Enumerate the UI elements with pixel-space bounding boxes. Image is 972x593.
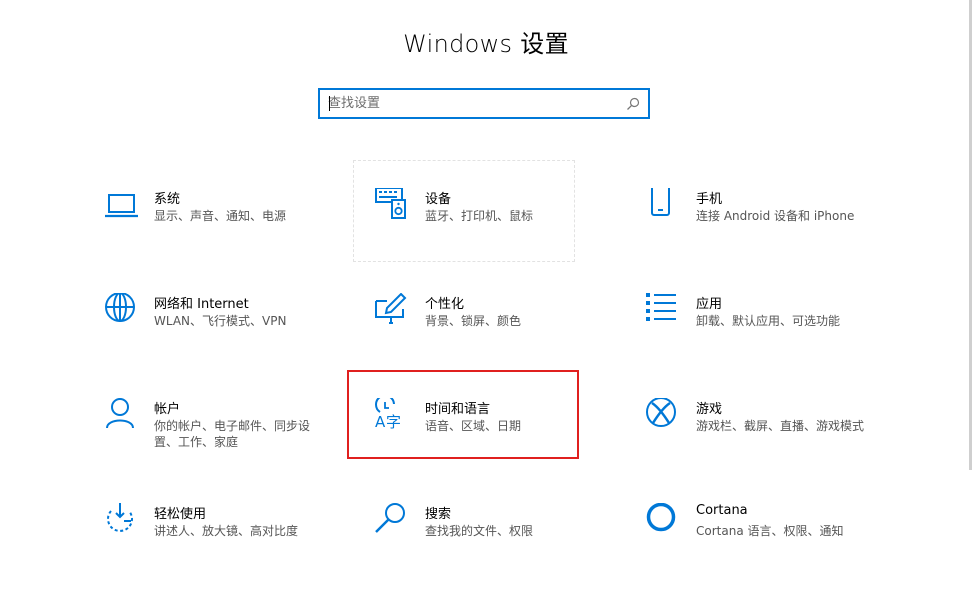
ease-of-access-icon [104,503,140,539]
paint-brush-icon [375,293,411,329]
tile-desc: 讲述人、放大镜、高对比度 [154,524,299,538]
cortana-icon [646,503,682,539]
tile-title: 帐户 [154,402,181,417]
tile-title: 设备 [425,192,452,207]
tile-accounts[interactable]: 帐户 你的帐户、电子邮件、同步设置、工作、家庭 [104,398,354,488]
tile-devices[interactable]: 设备 蓝牙、打印机、鼠标 [375,188,625,278]
tile-phone[interactable]: 手机 连接 Android 设备和 iPhone [646,188,906,278]
tile-desc: Cortana 语言、权限、通知 [696,524,844,538]
tile-title: 轻松使用 [154,507,207,522]
search-input[interactable] [328,93,618,114]
page-title: Windows 设置 [403,30,569,58]
tile-desc: WLAN、飞行模式、VPN [154,314,287,328]
tile-title: 游戏 [696,402,723,417]
tile-title: 个性化 [425,297,465,312]
tile-desc: 蓝牙、打印机、鼠标 [425,209,534,223]
tile-title: 手机 [696,192,723,207]
tile-desc: 卸载、默认应用、可选功能 [696,314,841,328]
tile-ease-of-access[interactable]: 轻松使用 讲述人、放大镜、高对比度 [104,503,354,593]
person-icon [104,398,140,434]
tile-apps[interactable]: 应用 卸载、默认应用、可选功能 [646,293,896,383]
tile-desc: 游戏栏、截屏、直播、游戏模式 [696,419,865,433]
tile-desc: 连接 Android 设备和 iPhone [696,209,855,223]
tile-gaming[interactable]: 游戏 游戏栏、截屏、直播、游戏模式 [646,398,896,488]
tile-system[interactable]: 系统 显示、声音、通知、电源 [104,188,354,278]
xbox-icon [646,398,682,434]
tile-desc: 查找我的文件、权限 [425,524,534,538]
tile-title: 搜索 [425,507,452,522]
search-icon [375,503,411,539]
search-icon[interactable] [626,97,640,111]
phone-icon [646,188,682,224]
tile-network[interactable]: 网络和 Internet WLAN、飞行模式、VPN [104,293,354,383]
search-box[interactable] [318,88,650,119]
apps-list-icon [646,293,682,329]
tile-desc: 背景、锁屏、颜色 [425,314,522,328]
tile-title: Cortana [696,503,748,518]
tile-title: 网络和 Internet [154,297,249,312]
text-caret [329,96,330,111]
keyboard-speaker-icon [375,188,411,224]
tile-desc: 你的帐户、电子邮件、同步设置、工作、家庭 [154,419,311,449]
laptop-icon [104,188,140,224]
tile-cortana[interactable]: Cortana Cortana 语言、权限、通知 [646,503,896,593]
tile-search[interactable]: 搜索 查找我的文件、权限 [375,503,625,593]
tile-title: 应用 [696,297,723,312]
tile-desc: 显示、声音、通知、电源 [154,209,287,223]
tile-title: 系统 [154,192,181,207]
highlight-box [347,370,579,459]
globe-icon [104,293,140,329]
